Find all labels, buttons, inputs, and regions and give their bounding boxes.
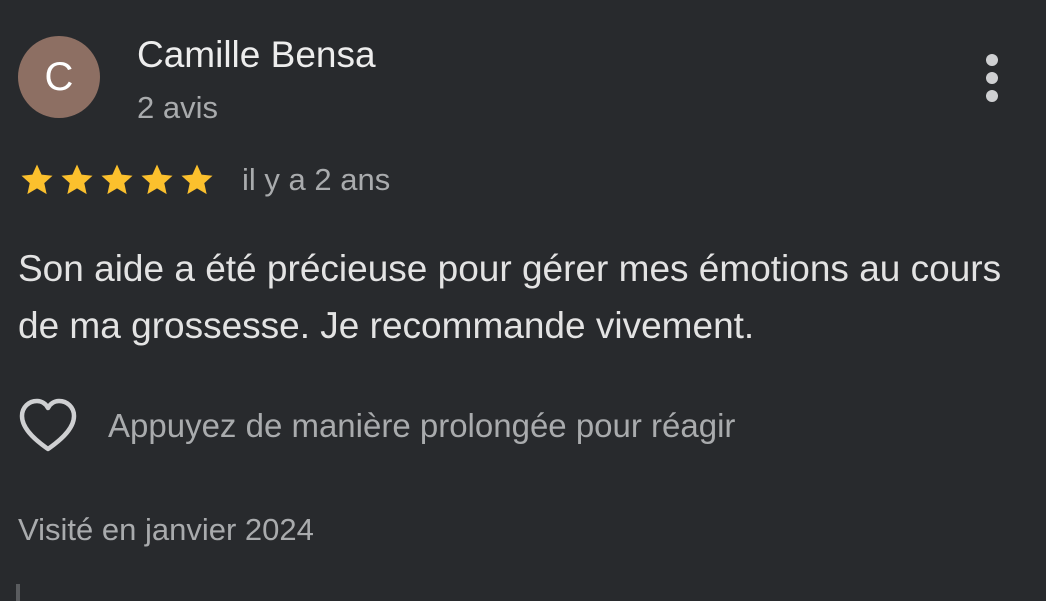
star-icon — [101, 164, 133, 195]
author-review-count: 2 avis — [137, 90, 218, 125]
rating-row: il y a 2 ans — [18, 158, 390, 202]
more-vert-icon-dot — [986, 90, 998, 102]
star-icon — [61, 164, 93, 195]
review-date: il y a 2 ans — [242, 162, 391, 197]
star-icon — [21, 164, 53, 195]
react-button[interactable]: Appuyez de manière prolongée pour réagir — [16, 396, 735, 456]
more-vert-icon — [986, 54, 998, 66]
star-rating — [18, 161, 216, 199]
author-name[interactable]: Camille Bensa — [137, 33, 376, 77]
star-icon — [181, 164, 213, 195]
avatar[interactable]: C — [18, 36, 100, 118]
react-hint: Appuyez de manière prolongée pour réagir — [108, 407, 736, 444]
review-text: Son aide a été précieuse pour gérer mes … — [18, 248, 1002, 346]
divider — [16, 584, 20, 601]
heart-outline-icon[interactable] — [16, 396, 80, 456]
review-card: C Camille Bensa 2 avis il y a 2 ans Son … — [0, 0, 1046, 601]
more-vert-icon-dot — [986, 72, 998, 84]
star-icon — [141, 164, 173, 195]
visit-date: Visité en janvier 2024 — [18, 512, 314, 547]
more-options-button[interactable] — [972, 48, 1012, 108]
